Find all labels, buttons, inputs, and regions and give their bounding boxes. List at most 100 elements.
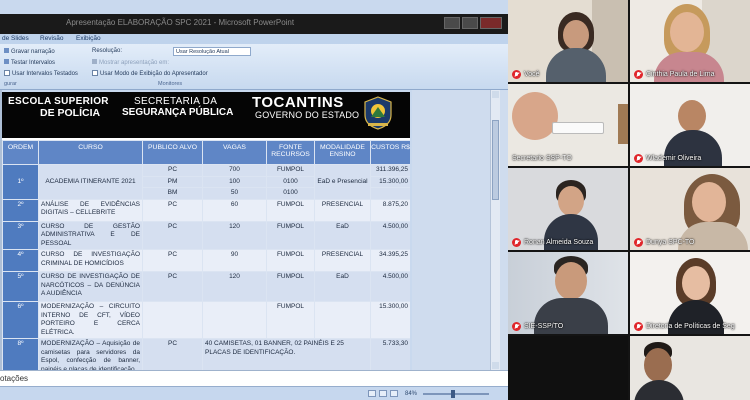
gravar-narracao-button[interactable]: Gravar narração [4,48,55,55]
cell-custo: 8.875,20 [370,198,410,222]
testar-intervalos-button[interactable]: Testar Intervalos [4,59,55,66]
participant-tile[interactable] [630,336,750,400]
cell-vagas [202,301,267,339]
window-title: Apresentação ELABORAÇÃO SPC 2021 - Micro… [66,18,295,27]
participant-tile[interactable]: Secretario SSP-TO [508,84,628,166]
cell-publico: BM [142,187,203,200]
cell-fonte: FUMPOL [266,271,315,302]
participant-face [563,20,589,50]
secretaria-line1: SECRETARIA DA [134,96,218,107]
cell-publico: PC [142,338,203,370]
participant-name: Dunya SPC-TO [646,239,695,246]
tab-revisao[interactable]: Revisão [40,35,63,42]
status-bar: 84% [0,386,508,400]
cell-modalidade: EaD e Presencial [314,164,371,200]
escola-line1: ESCOLA SUPERIOR [8,96,109,107]
muted-mic-icon [634,70,643,79]
cell-curso: MODERNIZAÇÃO – CIRCUITO INTERNO DE CFT, … [38,301,143,339]
cell-curso: ANÁLISE DE EVIDÊNCIAS DIGITAIS – CELLEBR… [38,198,143,222]
participant-tile[interactable]: SIE-SSP/TO [508,252,628,334]
usar-intervalos-label: Usar Intervalos Testados [12,71,78,77]
participant-tile[interactable]: Dunya SPC-TO [630,168,750,250]
cell-fonte: FUMPOL [266,220,315,250]
cell-curso: CURSO DE GESTÃO ADMINISTRATIVA E DE PESS… [38,220,143,250]
participant-label: Cinthia Paula de Lima [634,69,715,80]
tab-exibicao[interactable]: Exibição [76,35,101,42]
cell-ordem: 5º [2,271,39,302]
door-frame [618,104,628,144]
document-held [552,122,604,134]
cell-ordem: 6º [2,301,39,339]
tab-apresentacao[interactable]: de Slides [2,35,29,42]
table-row: 5º CURSO DE INVESTIGAÇÃO DE NARCÓTICOS –… [2,271,410,302]
ribbon: Gravar narração Testar Intervalos Usar I… [0,44,508,90]
participant-face [555,262,587,300]
gravar-narracao-label: Gravar narração [11,49,55,55]
cell-vagas: 700 [202,164,267,177]
vertical-scrollbar[interactable] [490,90,500,370]
participant-tile[interactable]: Você [508,0,628,82]
cell-publico: PC [142,271,203,302]
cell-custo: 15.300,00 [370,301,410,339]
header-ordem: ORDEM [2,140,39,165]
participant-label: Dunya SPC-TO [634,237,695,248]
participant-tile[interactable]: Wlademir Oliveira [630,84,750,166]
courses-table: ORDEM CURSO PUBLICO ALVO VAGAS FONTE REC… [2,140,410,370]
cell-vagas: 40 CAMISETAS, 01 BANNER, 02 PAINÉIS E 25… [202,338,371,370]
cell-curso: CURSO DE INVESTIGAÇÃO CRIMINAL DE HOMICÍ… [38,249,143,272]
cell-custo: 4.500,00 [370,220,410,250]
scroll-up-arrow[interactable] [492,91,499,98]
microphone-icon [4,48,9,53]
mostrar-em-label: Mostrar apresentação em: [99,60,170,66]
muted-mic-icon [512,70,521,79]
participant-face [692,182,726,222]
scrollbar-thumb[interactable] [492,120,499,200]
ribbon-tabs: de Slides Revisão Exibição [0,34,508,44]
video-gallery: Você Cinthia Paula de Lima Secretario SS… [508,0,750,400]
cell-modalidade: EaD [314,271,371,302]
participant-tile[interactable]: Ronan Almeida Souza [508,168,628,250]
cell-publico: PM [142,175,203,188]
usar-intervalos-checkbox[interactable]: Usar Intervalos Testados [4,70,78,77]
state-crest-icon [364,96,392,130]
zoom-level[interactable]: 84% [405,391,417,397]
scroll-down-arrow[interactable] [492,362,499,369]
cell-ordem: 1º [2,164,39,200]
close-button[interactable] [480,17,502,29]
cell-modalidade: PRESENCIAL [314,198,371,222]
notes-pane[interactable]: otações [0,370,508,386]
monitor-icon [92,59,97,64]
modo-apresentador-checkbox[interactable]: Usar Modo de Exibição do Apresentador [92,70,208,77]
resolucao-select[interactable]: Usar Resolução Atual [173,47,251,56]
participant-label: Secretario SSP-TO [512,153,572,164]
participant-name: Wlademir Oliveira [646,155,702,162]
participant-tile[interactable]: Diretoria de Políticas de Seg [630,252,750,334]
participant-tile[interactable]: Cinthia Paula de Lima [630,0,750,82]
zoom-slider-thumb[interactable] [451,390,455,398]
zoom-slider[interactable] [423,393,489,395]
header-vagas: VAGAS [202,140,267,165]
cell-custo [370,187,410,200]
table-row: 1º ACADEMIA ITINERANTE 2021 PC 700 FUMPO… [2,164,410,200]
cell-ordem: 2º [2,198,39,222]
cell-vagas: 50 [202,187,267,200]
secretaria-line2: SEGURANÇA PÚBLICA [122,107,234,118]
mostrar-em-select[interactable]: Mostrar apresentação em: [92,59,169,66]
cell-modalidade: EaD [314,220,371,250]
participant-label: SIE-SSP/TO [512,321,563,332]
participant-label: Wlademir Oliveira [634,153,701,164]
video-background [508,336,628,400]
governo-subtitle: GOVERNO DO ESTADO [255,110,360,120]
normal-view-button[interactable] [368,390,376,397]
sorter-view-button[interactable] [379,390,387,397]
reading-view-button[interactable] [390,390,398,397]
slide-canvas[interactable]: ESCOLA SUPERIOR DE POLÍCIA SECRETARIA DA… [2,92,410,370]
maximize-button[interactable] [462,17,478,29]
ordem-text: 1º [17,177,24,185]
tocantins-title: TOCANTINS [252,94,344,111]
minimize-button[interactable] [444,17,460,29]
participant-tile[interactable] [508,336,628,400]
participant-name: Ronan Almeida Souza [524,239,594,246]
participant-face [512,92,558,140]
cell-custo: 4.500,00 [370,271,410,302]
